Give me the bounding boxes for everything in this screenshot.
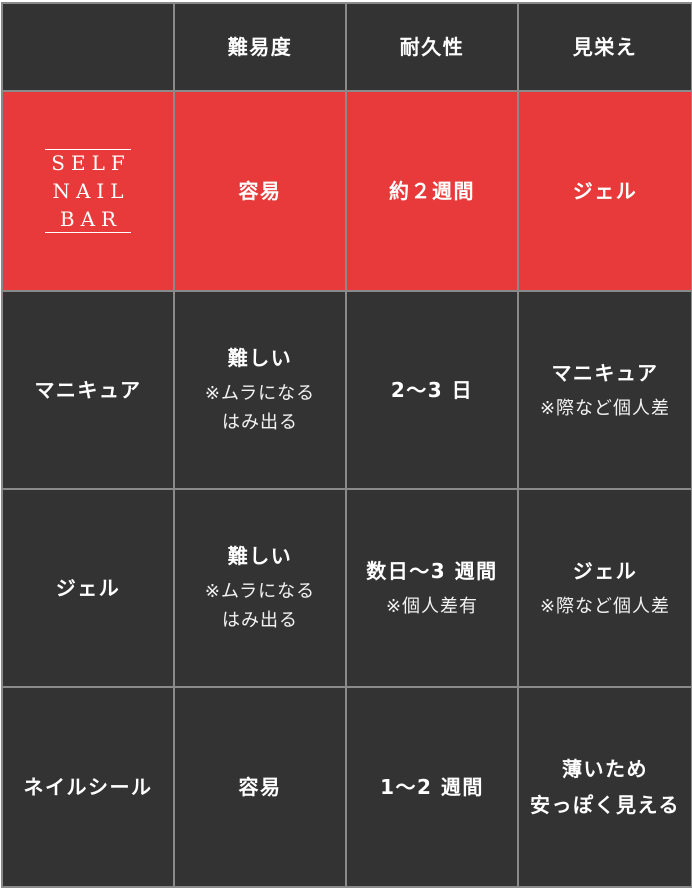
header-durability-label: 耐久性 (399, 35, 465, 59)
nail-seal-appearance-line-1: 薄いため (562, 757, 648, 781)
self-nail-bar-logo-cell: SELF NAIL BAR (1, 90, 175, 292)
logo-line-self: SELF (45, 149, 131, 176)
manicure-appearance-note: ※際など個人差 (539, 397, 671, 419)
gel-durability-value: 数日〜3 週間 (366, 558, 498, 583)
header-durability: 耐久性 (345, 2, 519, 92)
row-manicure: マニキュア 難しい ※ムラになる はみ出る 2〜3 日 マニキュア ※際など個人… (1, 290, 692, 490)
self-nail-bar-difficulty: 容易 (173, 90, 347, 292)
manicure-difficulty-note-2: はみ出る (222, 412, 298, 433)
manicure-difficulty-value: 難しい (227, 346, 293, 370)
nail-seal-name-cell: ネイルシール (1, 686, 175, 888)
gel-name-cell: ジェル (1, 488, 175, 688)
nail-seal-difficulty-value: 容易 (238, 775, 282, 799)
gel-appearance: ジェル ※際など個人差 (517, 488, 692, 688)
self-nail-bar-durability-value: 約２週間 (389, 179, 475, 203)
gel-difficulty-note-2: はみ出る (222, 610, 298, 631)
gel-difficulty: 難しい ※ムラになる はみ出る (173, 488, 347, 688)
manicure-durability: 2〜3 日 (345, 290, 519, 490)
nail-seal-appearance-line-2: 安っぽく見える (530, 793, 680, 817)
header-appearance-label: 見栄え (572, 35, 638, 59)
gel-difficulty-note-1: ※ムラになる (204, 581, 316, 602)
manicure-difficulty-note-1: ※ムラになる (204, 383, 316, 404)
row-nail-seal: ネイルシール 容易 1〜2 週間 薄いため 安っぽく見える (1, 686, 692, 888)
manicure-name: マニキュア (34, 378, 142, 402)
header-difficulty-label: 難易度 (227, 35, 293, 59)
nail-seal-difficulty: 容易 (173, 686, 347, 888)
manicure-durability-value: 2〜3 日 (390, 378, 474, 402)
nail-seal-durability: 1〜2 週間 (345, 686, 519, 888)
manicure-difficulty: 難しい ※ムラになる はみ出る (173, 290, 347, 490)
nail-seal-appearance: 薄いため 安っぽく見える (517, 686, 692, 888)
manicure-appearance: マニキュア ※際など個人差 (517, 290, 692, 490)
header-row: 難易度 耐久性 見栄え (1, 2, 692, 92)
logo-line-bar: BAR (45, 206, 131, 233)
nail-seal-name: ネイルシール (23, 775, 153, 799)
header-difficulty: 難易度 (173, 2, 347, 92)
self-nail-bar-appearance-value: ジェル (572, 179, 638, 203)
gel-appearance-value: ジェル (572, 558, 638, 583)
gel-durability-note: ※個人差有 (385, 595, 479, 617)
nail-seal-durability-value: 1〜2 週間 (380, 775, 484, 799)
manicure-name-cell: マニキュア (1, 290, 175, 490)
row-self-nail-bar: SELF NAIL BAR 容易 約２週間 ジェル (1, 90, 692, 292)
logo-line-nail: NAIL (52, 179, 130, 203)
gel-name: ジェル (55, 576, 121, 600)
manicure-appearance-value: マニキュア (551, 360, 659, 385)
header-appearance: 見栄え (517, 2, 692, 92)
gel-durability: 数日〜3 週間 ※個人差有 (345, 488, 519, 688)
gel-difficulty-value: 難しい (227, 544, 293, 568)
self-nail-bar-difficulty-value: 容易 (238, 179, 282, 203)
self-nail-bar-appearance: ジェル (517, 90, 692, 292)
self-nail-bar-durability: 約２週間 (345, 90, 519, 292)
self-nail-bar-logo: SELF NAIL BAR (45, 149, 131, 233)
comparison-table: 難易度 耐久性 見栄え SELF NAIL BAR 容易 約２週間 ジェル マニ… (1, 2, 692, 888)
gel-appearance-note: ※際など個人差 (539, 595, 671, 617)
row-gel: ジェル 難しい ※ムラになる はみ出る 数日〜3 週間 ※個人差有 ジェル ※際… (1, 488, 692, 688)
corner-cell (1, 2, 175, 92)
